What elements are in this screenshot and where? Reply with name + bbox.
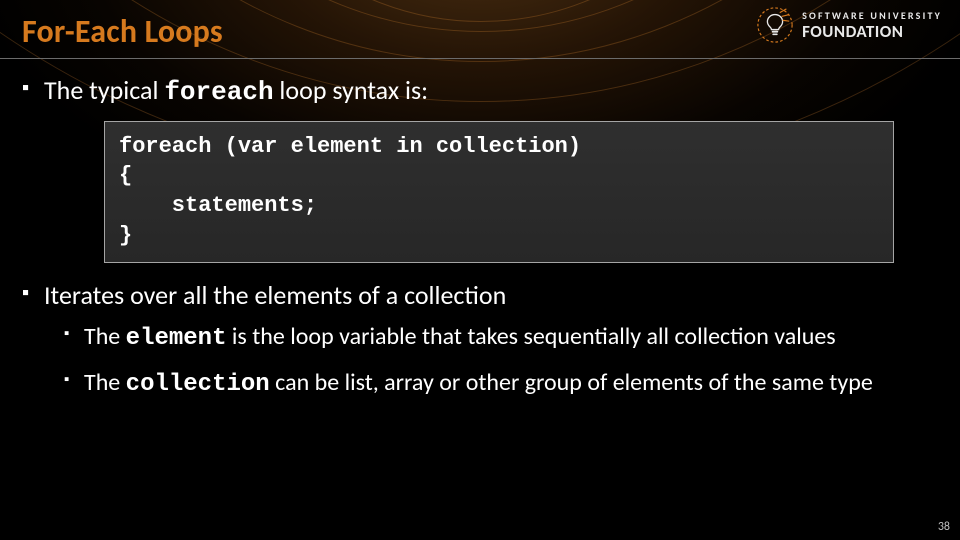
logo-text-bottom: FOUNDATION [802, 23, 942, 40]
inline-code: collection [126, 371, 270, 398]
bullet-text: The typical [44, 74, 164, 106]
bullet-text: loop syntax is: [274, 74, 429, 106]
bullet-text: The [84, 322, 126, 351]
slide-body: The typical foreach loop syntax is: fore… [20, 74, 940, 414]
sub-bullet-item: The collection can be list, array or oth… [64, 368, 940, 400]
page-number: 38 [938, 520, 950, 534]
bullet-item: The typical foreach loop syntax is: fore… [20, 74, 940, 263]
bullet-item: Iterates over all the elements of a coll… [20, 279, 940, 400]
bullet-text: is the loop variable that takes sequenti… [227, 322, 836, 351]
slide: For-Each Loops SOFTWARE UNIVERSITY FOUND… [0, 0, 960, 540]
inline-code: element [126, 325, 227, 352]
code-line: { [119, 163, 132, 188]
slide-title: For-Each Loops [22, 12, 223, 51]
bullet-text: can be list, array or other group of ele… [270, 368, 873, 397]
lightbulb-icon [756, 6, 794, 44]
bullet-text: The [84, 368, 126, 397]
code-line: foreach (var element in collection) [119, 134, 581, 159]
code-block: foreach (var element in collection) { st… [104, 121, 894, 264]
code-line: statements; [119, 193, 317, 218]
sub-bullet-item: The element is the loop variable that ta… [64, 322, 940, 354]
bullet-text: Iterates over all the elements of a coll… [44, 279, 506, 311]
title-underline [0, 58, 960, 59]
logo-text-top: SOFTWARE UNIVERSITY [802, 11, 942, 21]
inline-code: foreach [164, 77, 273, 107]
brand-logo: SOFTWARE UNIVERSITY FOUNDATION [756, 6, 942, 44]
code-line: } [119, 223, 132, 248]
